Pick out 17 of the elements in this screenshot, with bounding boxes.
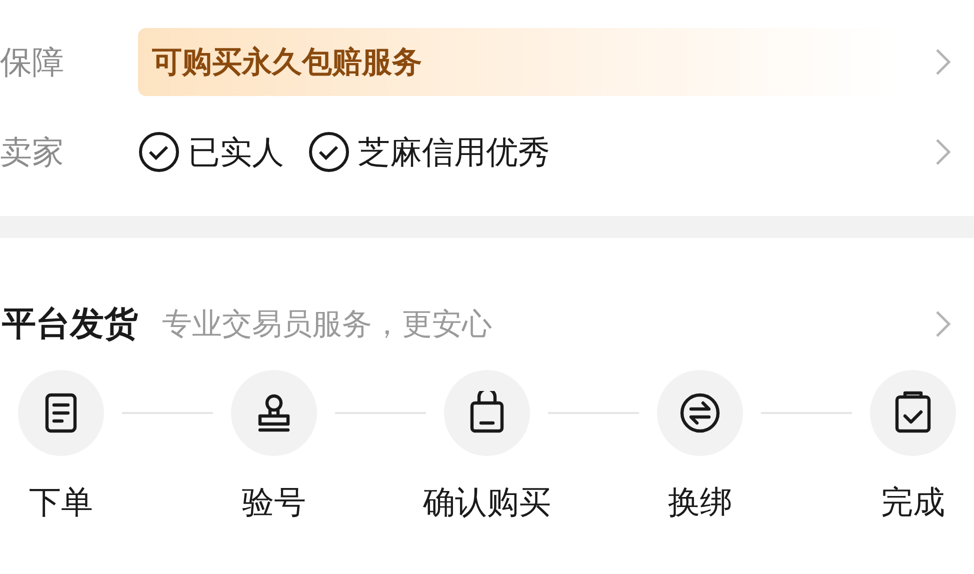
check-circle-icon (308, 131, 350, 173)
swap-icon (678, 391, 722, 435)
step-label: 完成 (881, 483, 945, 522)
step-label: 验号 (242, 483, 306, 522)
check-circle-icon (138, 131, 180, 173)
step-label: 换绑 (668, 483, 732, 522)
chevron-right-icon[interactable] (934, 137, 952, 167)
section-title: 平台发货 (2, 304, 138, 344)
chevron-right-icon[interactable] (934, 309, 952, 339)
row-label: 保障 (0, 43, 65, 82)
row-label: 卖家 (0, 133, 65, 172)
seller-badge-text: 芝麻信用优秀 (358, 133, 550, 172)
step-label: 确认购买 (423, 483, 551, 522)
seller-badge-text: 已实人 (188, 133, 284, 172)
section-subtitle: 专业交易员服务，更安心 (162, 306, 493, 342)
chevron-right-icon[interactable] (934, 47, 952, 77)
step-label: 下单 (29, 483, 93, 522)
